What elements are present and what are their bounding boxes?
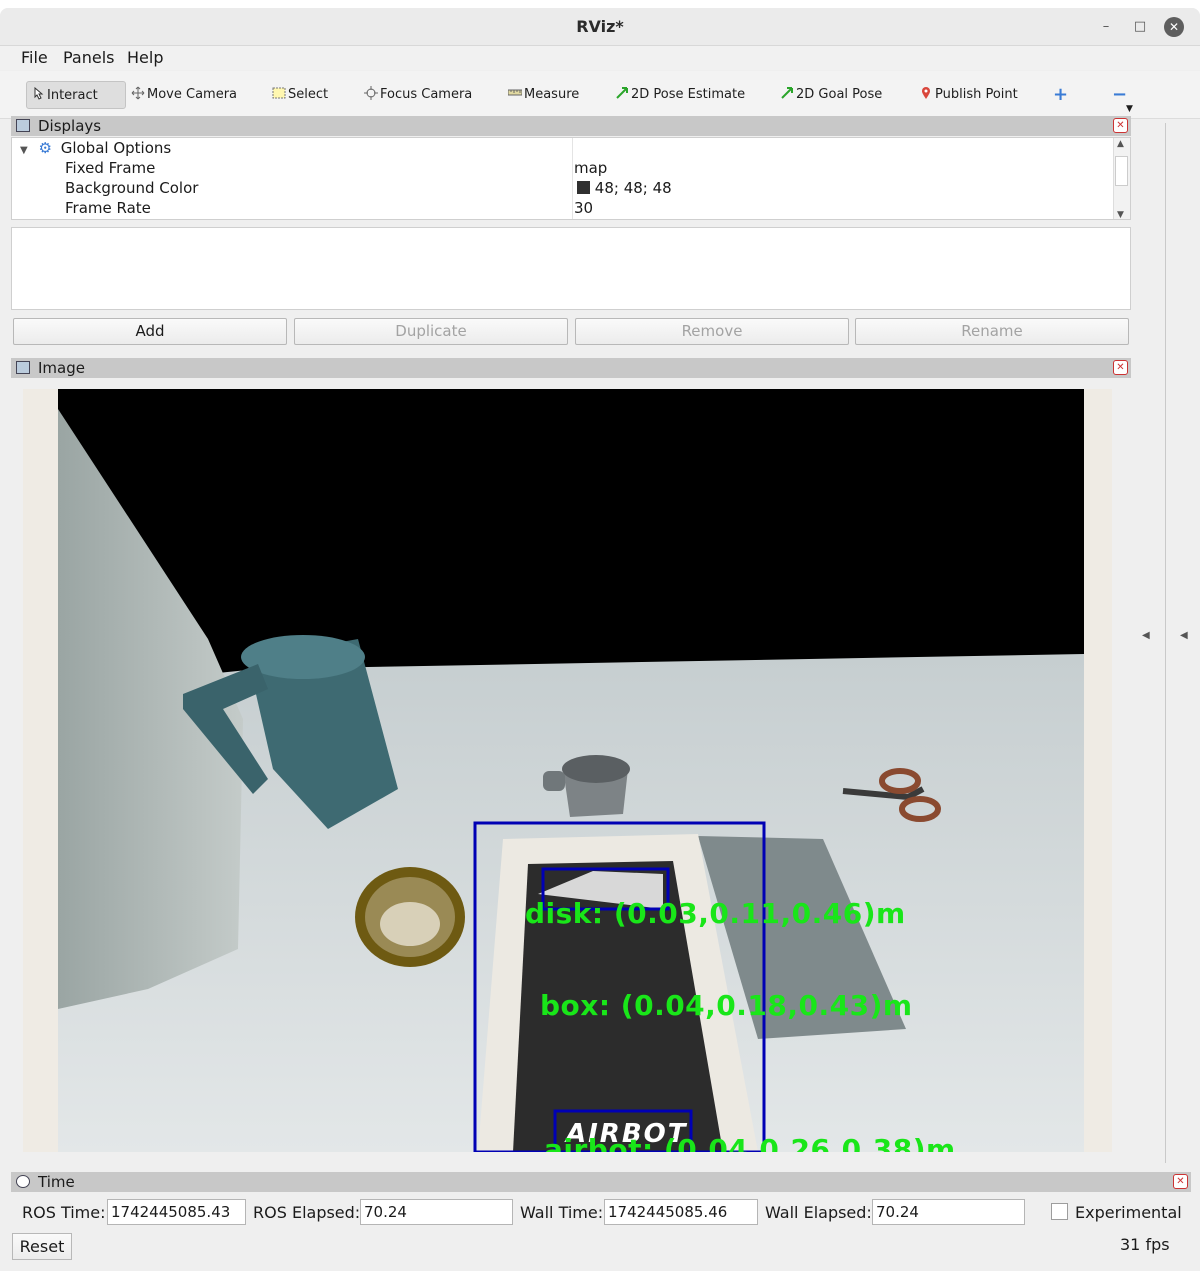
wall-time-field[interactable]: 1742445085.46 [604, 1199, 758, 1225]
color-swatch [577, 181, 590, 194]
ros-elapsed-label: ROS Elapsed: [253, 1203, 361, 1222]
close-panel-icon[interactable]: ✕ [1113, 118, 1128, 133]
tool-label: Move Camera [147, 87, 238, 102]
ros-elapsed-field[interactable]: 70.24 [360, 1199, 513, 1225]
scroll-thumb[interactable] [1115, 156, 1128, 186]
scroll-down-icon[interactable]: ▼ [1117, 210, 1124, 219]
ruler-icon [508, 89, 522, 96]
fixed-frame-value[interactable]: map [574, 158, 607, 178]
detection-label-box: box: (0.04,0.18,0.43)m [540, 989, 913, 1022]
expand-arrow-icon[interactable]: ▼ [20, 145, 28, 156]
title-bar: RViz* – □ ✕ [0, 8, 1200, 46]
gear-icon: ⚙ [38, 139, 52, 157]
window-title: RViz* [576, 17, 624, 36]
camera-image[interactable]: AIRBOT disk: (0.03,0.11,0.46)m box: (0.0… [58, 389, 1084, 1152]
tool-label: Interact [47, 88, 98, 103]
tool-move-camera[interactable]: Move Camera [131, 81, 237, 109]
rviz-window: RViz* – □ ✕ File Panels Help Interact Mo… [0, 8, 1200, 1271]
displays-scrollbar[interactable]: ▲ ▼ [1113, 138, 1130, 219]
scene-svg [58, 389, 1084, 1152]
time-panel-header: Time ✕ [11, 1172, 1191, 1192]
collapse-left-icon[interactable]: ◀ [1142, 630, 1150, 641]
menu-bar: File Panels Help [0, 46, 1200, 70]
tool-label: Select [288, 87, 329, 102]
time-panel-title: Time [38, 1173, 75, 1191]
maximize-icon[interactable]: □ [1130, 17, 1150, 37]
select-box-icon [272, 87, 286, 99]
rename-button[interactable]: Rename [855, 318, 1129, 345]
plus-icon[interactable]: + [1053, 81, 1068, 109]
tool-publish-point[interactable]: Publish Point [919, 81, 1018, 109]
experimental-checkbox[interactable] [1051, 1203, 1068, 1220]
move-camera-icon [131, 86, 145, 100]
tool-2d-goal-pose[interactable]: 2D Goal Pose [780, 81, 882, 109]
right-splitter[interactable] [1165, 123, 1166, 1163]
displays-tree: ▼ ⚙ Global Options Fixed Frame map Backg… [11, 137, 1131, 220]
green-arrow-icon [616, 87, 628, 99]
duplicate-button[interactable]: Duplicate [294, 318, 568, 345]
displays-panel-header: Displays ✕ [11, 116, 1131, 136]
tool-label: Publish Point [935, 87, 1018, 102]
ros-time-field[interactable]: 1742445085.43 [107, 1199, 246, 1225]
scroll-up-icon[interactable]: ▲ [1117, 139, 1124, 149]
menu-help[interactable]: Help [127, 48, 163, 67]
reset-button[interactable]: Reset [12, 1233, 72, 1260]
menu-file[interactable]: File [21, 48, 48, 67]
display-description-box [11, 227, 1131, 310]
tree-row-name: Fixed Frame [65, 159, 156, 177]
tool-select[interactable]: Select [272, 81, 328, 109]
detection-label-airbot: airbot: (0.04,0.26,0.38)m [544, 1133, 956, 1152]
column-divider [572, 138, 573, 219]
menu-panels[interactable]: Panels [63, 48, 115, 67]
minimize-icon[interactable]: – [1096, 17, 1116, 37]
background-color-value[interactable]: 48; 48; 48 [577, 178, 672, 198]
close-panel-icon[interactable]: ✕ [1113, 360, 1128, 375]
image-panel-title: Image [38, 359, 85, 377]
experimental-label: Experimental [1075, 1203, 1182, 1222]
green-arrow-icon [781, 87, 793, 99]
displays-title: Displays [38, 117, 102, 135]
background-color-text: 48; 48; 48 [594, 179, 672, 197]
close-panel-icon[interactable]: ✕ [1173, 1174, 1188, 1189]
tool-measure[interactable]: Measure [508, 81, 579, 109]
tool-label: Measure [524, 87, 580, 102]
close-icon[interactable]: ✕ [1164, 17, 1184, 37]
tree-row-name: Background Color [65, 179, 199, 197]
tree-row-global-options[interactable]: ▼ ⚙ Global Options [20, 138, 570, 158]
bowl [355, 867, 465, 967]
wall-time-label: Wall Time: [520, 1203, 604, 1222]
tool-interact[interactable]: Interact [26, 81, 126, 109]
tree-row-name: Frame Rate [65, 199, 151, 217]
wall-elapsed-label: Wall Elapsed: [765, 1203, 872, 1222]
image-icon [16, 361, 30, 374]
image-panel-header: Image ✕ [11, 358, 1131, 378]
tool-focus-camera[interactable]: Focus Camera [364, 81, 472, 109]
clock-icon [16, 1175, 30, 1188]
tool-label: Focus Camera [380, 87, 473, 102]
wall-elapsed-field[interactable]: 70.24 [872, 1199, 1025, 1225]
add-button[interactable]: Add [13, 318, 287, 345]
tool-2d-pose-estimate[interactable]: 2D Pose Estimate [615, 81, 745, 109]
fps-readout: 31 fps [1120, 1235, 1170, 1254]
monitor-icon [16, 119, 30, 132]
minus-icon[interactable]: − [1112, 81, 1127, 109]
tool-label: 2D Goal Pose [796, 87, 883, 102]
detection-label-disk: disk: (0.03,0.11,0.46)m [525, 897, 906, 930]
map-pin-icon [922, 87, 930, 99]
cursor-icon [34, 87, 44, 100]
crosshair-icon [364, 86, 378, 100]
remove-button[interactable]: Remove [575, 318, 849, 345]
global-options-label: Global Options [60, 139, 172, 157]
frame-rate-value[interactable]: 30 [574, 198, 593, 218]
ros-time-label: ROS Time: [22, 1203, 106, 1222]
tool-bar: Interact Move Camera Select Focus Camera… [0, 71, 1200, 119]
tool-label: 2D Pose Estimate [631, 87, 746, 102]
collapse-right-icon[interactable]: ◀ [1180, 630, 1188, 641]
